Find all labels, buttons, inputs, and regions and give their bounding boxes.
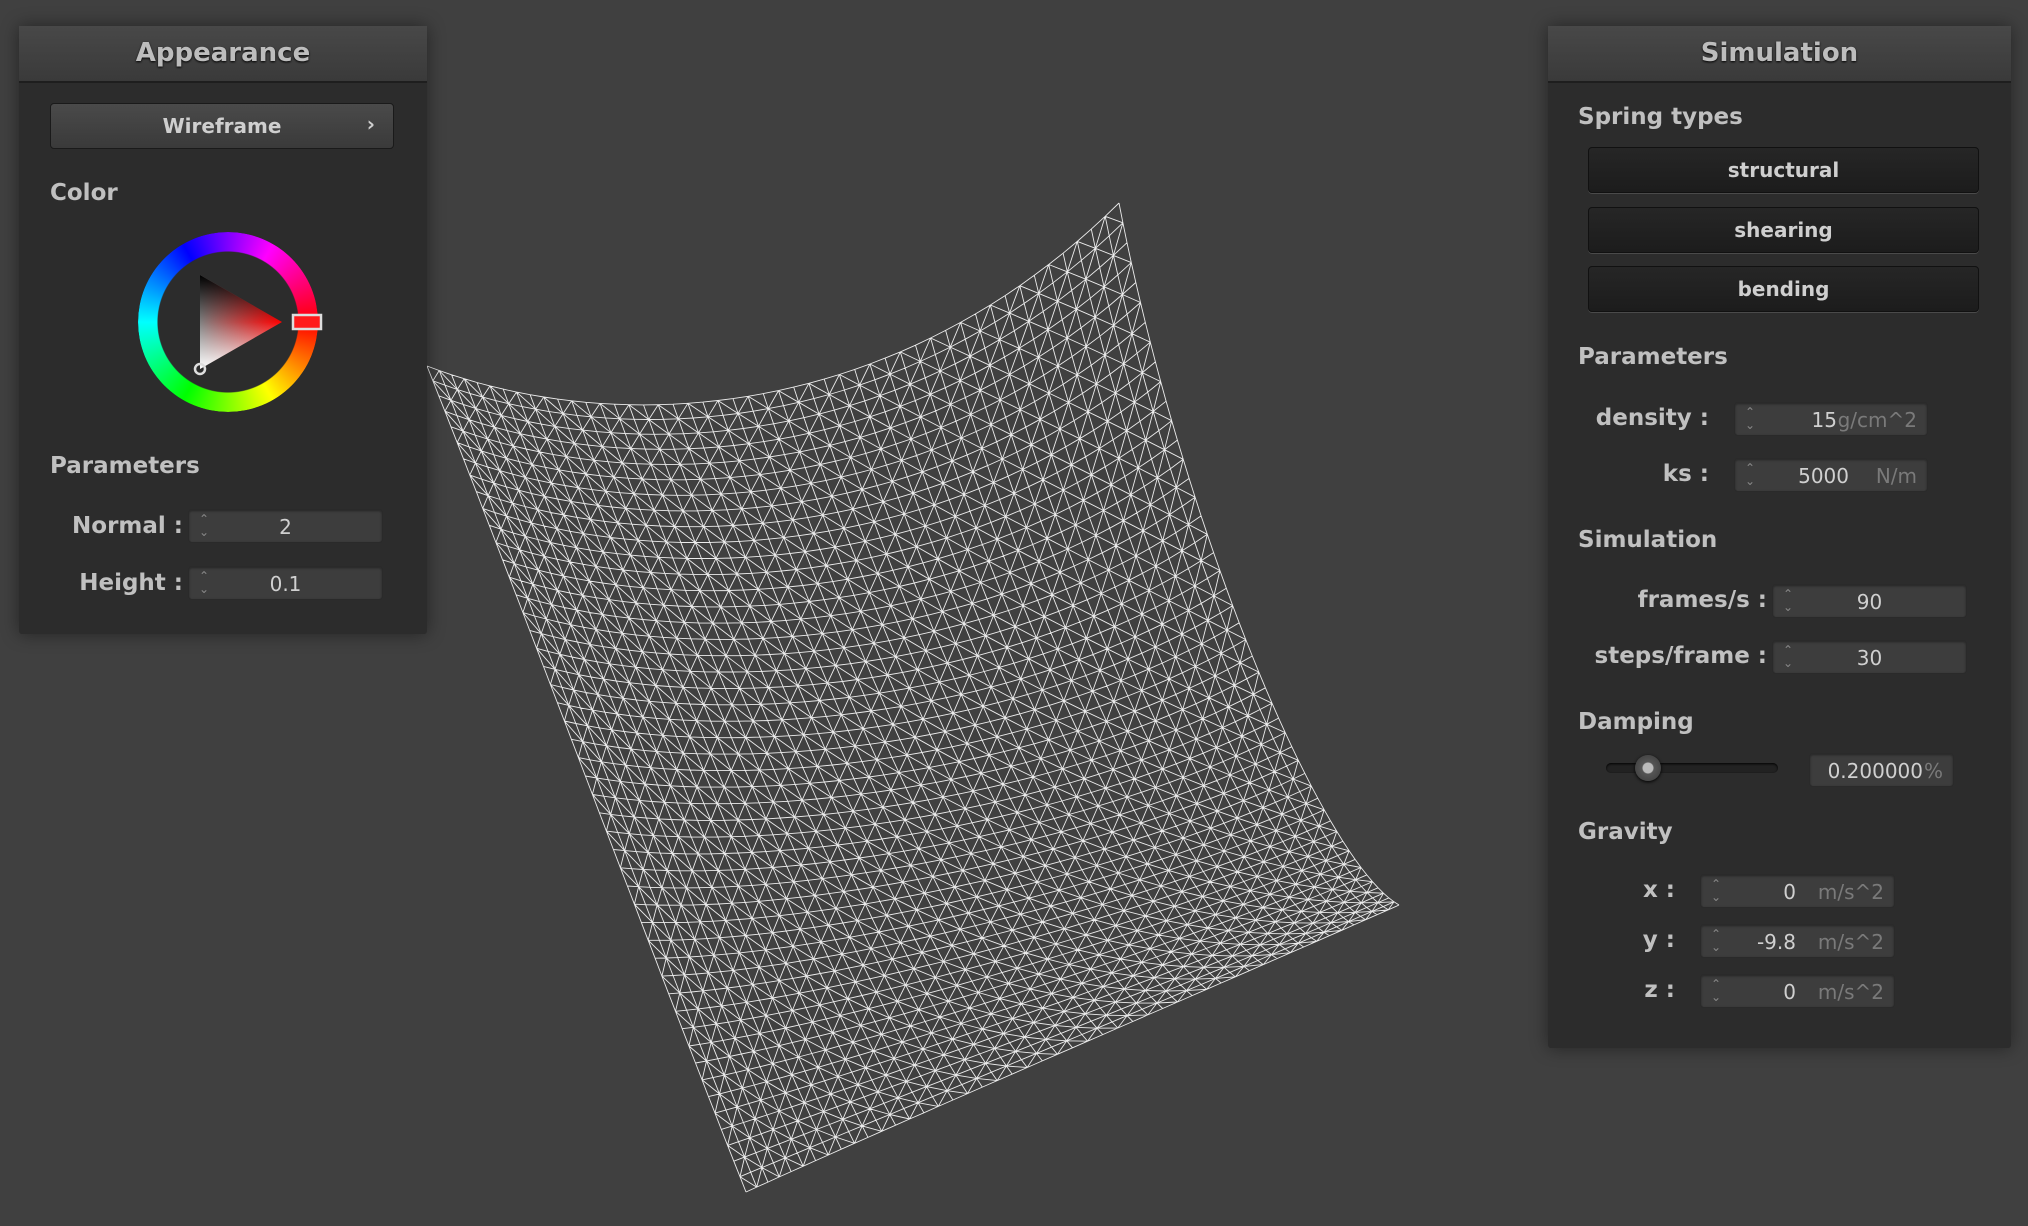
ks-input[interactable]: ⌃ ⌄ 5000 N/m xyxy=(1734,458,1928,492)
normal-input[interactable]: ⌃ ⌄ 2 xyxy=(188,509,383,543)
gravity-y-input[interactable]: ⌃ ⌄ -9.8 m/s^2 xyxy=(1700,924,1895,958)
density-input[interactable]: ⌃ ⌄ 15 g/cm^2 xyxy=(1734,402,1928,436)
gravity-x-label: x : xyxy=(1642,877,1675,903)
damping-value-field[interactable]: 0.200000 % xyxy=(1809,753,1954,787)
density-label: density : xyxy=(1595,405,1709,431)
structural-spring-button[interactable]: structural xyxy=(1588,147,1979,193)
steps-label: steps/frame : xyxy=(1594,643,1767,669)
spring-types-label: Spring types xyxy=(1578,104,1743,130)
simulation-section-label: Simulation xyxy=(1578,527,1718,553)
damping-label: Damping xyxy=(1578,709,1694,735)
stepper-icon[interactable]: ⌃ ⌄ xyxy=(1745,462,1755,488)
stepper-icon[interactable]: ⌃ ⌄ xyxy=(1711,978,1721,1004)
bending-spring-button[interactable]: bending xyxy=(1588,266,1979,312)
cloth-wireframe-mesh xyxy=(426,202,1400,1193)
fps-input[interactable]: ⌃ ⌄ 90 xyxy=(1772,584,1967,618)
normal-label: Normal : xyxy=(72,513,183,539)
damping-slider[interactable] xyxy=(1606,755,1778,781)
height-input[interactable]: ⌃ ⌄ 0.1 xyxy=(188,566,383,600)
gravity-label: Gravity xyxy=(1578,819,1673,845)
gravity-x-input[interactable]: ⌃ ⌄ 0 m/s^2 xyxy=(1700,874,1895,908)
hue-handle-icon[interactable] xyxy=(291,313,323,331)
height-label: Height : xyxy=(79,570,183,596)
stepper-icon[interactable]: ⌃ ⌄ xyxy=(1745,406,1755,432)
ks-label: ks : xyxy=(1662,461,1709,487)
simulation-panel-title: Simulation xyxy=(1548,26,2011,83)
parameters-label: Parameters xyxy=(1578,344,1728,370)
fps-label: frames/s : xyxy=(1637,587,1767,613)
gravity-y-label: y : xyxy=(1642,927,1675,953)
damping-slider-handle[interactable] xyxy=(1635,755,1662,781)
gravity-z-label: z : xyxy=(1644,977,1675,1003)
shearing-spring-button[interactable]: shearing xyxy=(1588,207,1979,253)
parameters-label: Parameters xyxy=(50,453,200,479)
simulation-panel: Simulation Spring types structural shear… xyxy=(1548,26,2011,1048)
stepper-icon[interactable]: ⌃ ⌄ xyxy=(1711,878,1721,904)
steps-input[interactable]: ⌃ ⌄ 30 xyxy=(1772,640,1967,674)
stepper-icon[interactable]: ⌃ ⌄ xyxy=(1711,928,1721,954)
gravity-z-input[interactable]: ⌃ ⌄ 0 m/s^2 xyxy=(1700,974,1895,1008)
appearance-panel: Appearance Wireframe › Color Parameters … xyxy=(19,26,427,634)
